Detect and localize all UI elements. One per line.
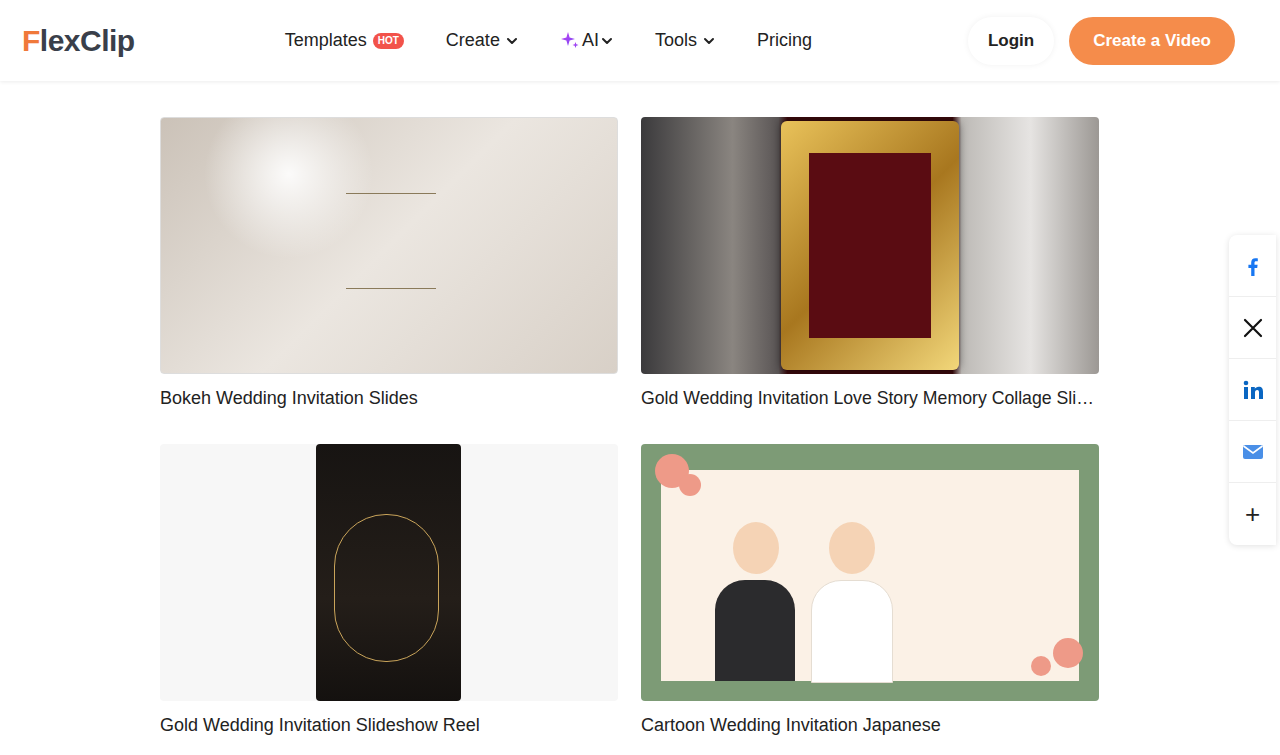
sparkle-icon bbox=[560, 31, 580, 51]
nav-item[interactable]: Tools bbox=[655, 30, 715, 51]
nav-label: Tools bbox=[655, 30, 697, 51]
flower bbox=[679, 474, 701, 496]
bride-head bbox=[829, 522, 875, 574]
template-preview[interactable] bbox=[641, 444, 1099, 701]
template-preview[interactable] bbox=[160, 117, 618, 374]
more-icon: + bbox=[1245, 499, 1260, 530]
ornament-line bbox=[346, 193, 436, 194]
nav-label: Create bbox=[446, 30, 500, 51]
linkedin-icon bbox=[1241, 378, 1265, 402]
share-bar: + bbox=[1229, 235, 1276, 545]
nav-label: Pricing bbox=[757, 30, 812, 51]
nav-label: AI bbox=[582, 30, 599, 51]
template-preview[interactable] bbox=[641, 117, 1099, 374]
template-title[interactable]: Bokeh Wedding Invitation Slides bbox=[160, 374, 618, 410]
header-actions: Login Create a Video bbox=[968, 17, 1235, 65]
facebook-icon bbox=[1241, 254, 1265, 278]
template-card[interactable]: Cartoon Wedding Invitation Japanese bbox=[641, 444, 1099, 737]
card-panel bbox=[661, 470, 1079, 681]
x-icon bbox=[1241, 316, 1265, 340]
template-preview[interactable] bbox=[160, 444, 618, 701]
template-title[interactable]: Cartoon Wedding Invitation Japanese bbox=[641, 701, 1099, 737]
email-icon bbox=[1241, 440, 1265, 464]
flower bbox=[1031, 656, 1051, 676]
share-button[interactable] bbox=[1229, 359, 1276, 421]
reel-frame bbox=[316, 444, 461, 701]
groom-figure bbox=[715, 580, 795, 681]
nav-label: Templates bbox=[285, 30, 367, 51]
flexclip-logo[interactable]: FlexClip bbox=[22, 24, 135, 58]
chevron-down-icon bbox=[601, 35, 613, 47]
template-title[interactable]: Gold Wedding Invitation Slideshow Reel bbox=[160, 701, 618, 737]
chevron-down-icon bbox=[506, 35, 518, 47]
login-button[interactable]: Login bbox=[968, 17, 1054, 65]
nav-item[interactable]: AI bbox=[560, 30, 613, 51]
bride-figure bbox=[811, 580, 893, 683]
create-video-button[interactable]: Create a Video bbox=[1069, 17, 1235, 65]
template-card[interactable]: Gold Wedding Invitation Slideshow Reel bbox=[160, 444, 618, 737]
template-title[interactable]: Gold Wedding Invitation Love Story Memor… bbox=[641, 374, 1099, 410]
frame-panel bbox=[809, 153, 931, 338]
nav-item[interactable]: Templates HOT bbox=[285, 30, 404, 51]
template-grid: Bokeh Wedding Invitation Slides Gold Wedd… bbox=[160, 117, 1099, 737]
share-button[interactable] bbox=[1229, 235, 1276, 297]
share-button[interactable] bbox=[1229, 421, 1276, 483]
template-card[interactable]: Gold Wedding Invitation Love Story Memor… bbox=[641, 117, 1099, 410]
share-button[interactable]: + bbox=[1229, 483, 1276, 545]
chevron-down-icon bbox=[703, 35, 715, 47]
ornament-line bbox=[346, 288, 436, 289]
nav-item[interactable]: Create bbox=[446, 30, 518, 51]
template-card[interactable]: Bokeh Wedding Invitation Slides bbox=[160, 117, 618, 410]
hot-badge: HOT bbox=[373, 33, 404, 49]
template-list: Bokeh Wedding Invitation Slides Gold Wedd… bbox=[160, 81, 1099, 737]
nav-item[interactable]: Pricing bbox=[757, 30, 812, 51]
flower bbox=[1053, 638, 1083, 668]
top-header: FlexClip Templates HOT Create AI Tools Pricing… bbox=[0, 0, 1280, 81]
main-nav: Templates HOT Create AI Tools Pricing bbox=[285, 30, 812, 51]
groom-head bbox=[733, 522, 779, 574]
share-button[interactable] bbox=[1229, 297, 1276, 359]
gold-oval bbox=[334, 514, 439, 662]
